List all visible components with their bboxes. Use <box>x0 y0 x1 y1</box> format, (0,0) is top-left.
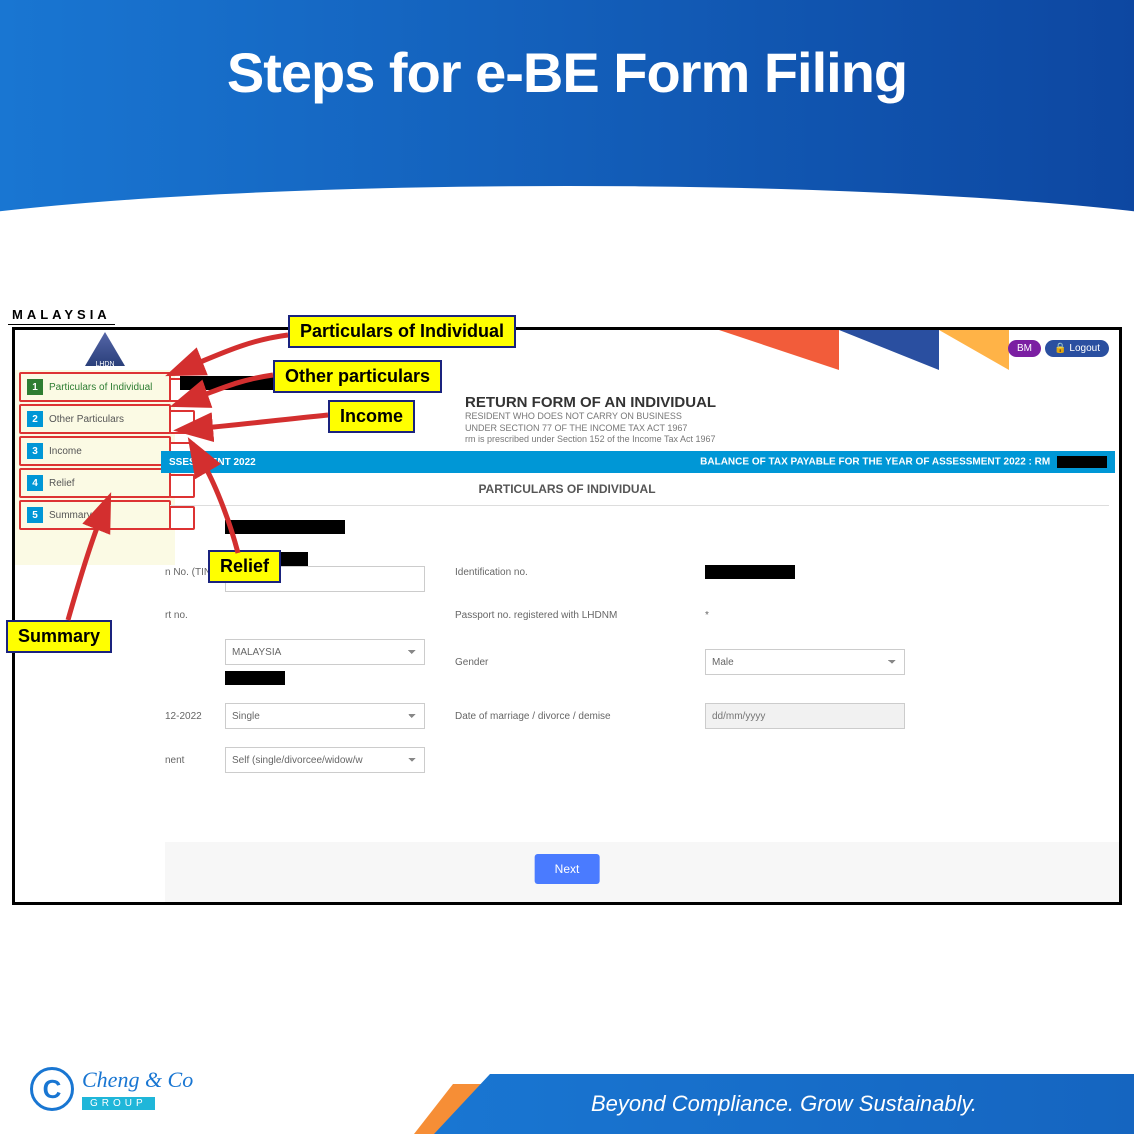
sidebar-item-particulars[interactable]: 1 Particulars of Individual <box>19 372 171 402</box>
logo-mark: C <box>30 1067 74 1111</box>
step-number: 5 <box>27 507 43 523</box>
field-label-gender: Gender <box>455 657 705 668</box>
field-value: * <box>705 610 1109 621</box>
header-curve <box>0 186 1134 256</box>
sidebar-item-label: Particulars of Individual <box>49 382 152 393</box>
redacted-value <box>705 565 795 579</box>
footer: C Cheng & Co GROUP Beyond Compliance. Gr… <box>0 1044 1134 1134</box>
page-title: Steps for e-BE Form Filing <box>227 40 907 105</box>
field-label-status-date: 12-2022 <box>165 711 225 722</box>
logout-label: Logout <box>1069 343 1100 354</box>
country-select[interactable]: MALAYSIA <box>225 639 425 665</box>
balance-label: BALANCE OF TAX PAYABLE FOR THE YEAR OF A… <box>700 457 1050 468</box>
sidebar-item-label: Other Particulars <box>49 414 124 425</box>
form-title: RETURN FORM OF AN INDIVIDUAL <box>465 394 1109 411</box>
next-button[interactable]: Next <box>535 854 600 884</box>
gender-select[interactable]: Male <box>705 649 905 675</box>
step-number: 1 <box>27 379 43 395</box>
app-window: BM 🔒Logout 1 Particulars of Individual 2… <box>12 327 1122 905</box>
callout-particulars: Particulars of Individual <box>288 315 516 348</box>
sidebar-item-income[interactable]: 3 Income <box>19 436 171 466</box>
callout-relief: Relief <box>208 550 281 583</box>
brand-name: Cheng & Co <box>82 1067 193 1093</box>
form-footer <box>165 842 1119 902</box>
footer-logo: C Cheng & Co GROUP <box>30 1067 193 1111</box>
form-title-block: RETURN FORM OF AN INDIVIDUAL RESIDENT WH… <box>465 394 1109 446</box>
status-bar: SSESSMENT 2022 BALANCE OF TAX PAYABLE FO… <box>161 451 1115 473</box>
decor-triangle <box>719 330 839 370</box>
step-number: 2 <box>27 411 43 427</box>
header-banner: Steps for e-BE Form Filing <box>0 0 1134 255</box>
field-label-type: nent <box>165 755 225 766</box>
field-label-id: Identification no. <box>455 567 705 578</box>
screenshot-area: MALAYSIA BM 🔒Logout 1 Particulars of Ind… <box>8 305 1126 965</box>
step-number: 3 <box>27 443 43 459</box>
footer-tagline: Beyond Compliance. Grow Sustainably. <box>591 1091 977 1117</box>
callout-other: Other particulars <box>273 360 442 393</box>
assessment-type-select[interactable]: Self (single/divorcee/widow/w <box>225 747 425 773</box>
brand-sub: GROUP <box>82 1097 155 1110</box>
app-topbar: BM 🔒Logout <box>15 330 1119 370</box>
callout-income: Income <box>328 400 415 433</box>
status-right: BALANCE OF TAX PAYABLE FOR THE YEAR OF A… <box>700 456 1107 468</box>
form-subtitle: UNDER SECTION 77 OF THE INCOME TAX ACT 1… <box>465 423 1109 435</box>
form-subtitle: rm is prescribed under Section 152 of th… <box>465 434 1109 446</box>
divider <box>170 505 1109 506</box>
field-label-passport: rt no. <box>165 610 225 621</box>
field-label-passport-reg: Passport no. registered with LHDNM <box>455 610 705 621</box>
field-label-marriage-date: Date of marriage / divorce / demise <box>455 711 705 722</box>
marital-status-select[interactable]: Single <box>225 703 425 729</box>
status-left: SSESSMENT 2022 <box>169 457 256 468</box>
sidebar-item-label: Income <box>49 446 82 457</box>
sidebar-item-other[interactable]: 2 Other Particulars <box>19 404 171 434</box>
sidebar-item-label: Summary <box>49 510 92 521</box>
lhdn-logo <box>85 332 125 366</box>
redacted-value <box>225 671 285 685</box>
redacted-value <box>225 520 345 534</box>
footer-band: Beyond Compliance. Grow Sustainably. <box>434 1074 1134 1134</box>
sidebar: 1 Particulars of Individual 2 Other Part… <box>15 370 175 565</box>
redacted-amount <box>1057 456 1107 468</box>
sidebar-item-summary[interactable]: 5 Summary <box>19 500 171 530</box>
decor-triangle <box>839 330 939 370</box>
country-tag: MALAYSIA <box>8 305 115 325</box>
form-subtitle: RESIDENT WHO DOES NOT CARRY ON BUSINESS <box>465 411 1109 423</box>
language-button[interactable]: BM <box>1008 340 1041 357</box>
decor-triangle <box>939 330 1009 370</box>
section-heading: PARTICULARS OF INDIVIDUAL <box>15 482 1119 496</box>
marriage-date-input[interactable] <box>705 703 905 729</box>
logout-button[interactable]: 🔒Logout <box>1045 340 1109 357</box>
lock-icon: 🔒 <box>1054 343 1066 354</box>
form-body: n No. (TIN) IG Identification no. rt no.… <box>165 520 1109 791</box>
callout-summary: Summary <box>6 620 112 653</box>
